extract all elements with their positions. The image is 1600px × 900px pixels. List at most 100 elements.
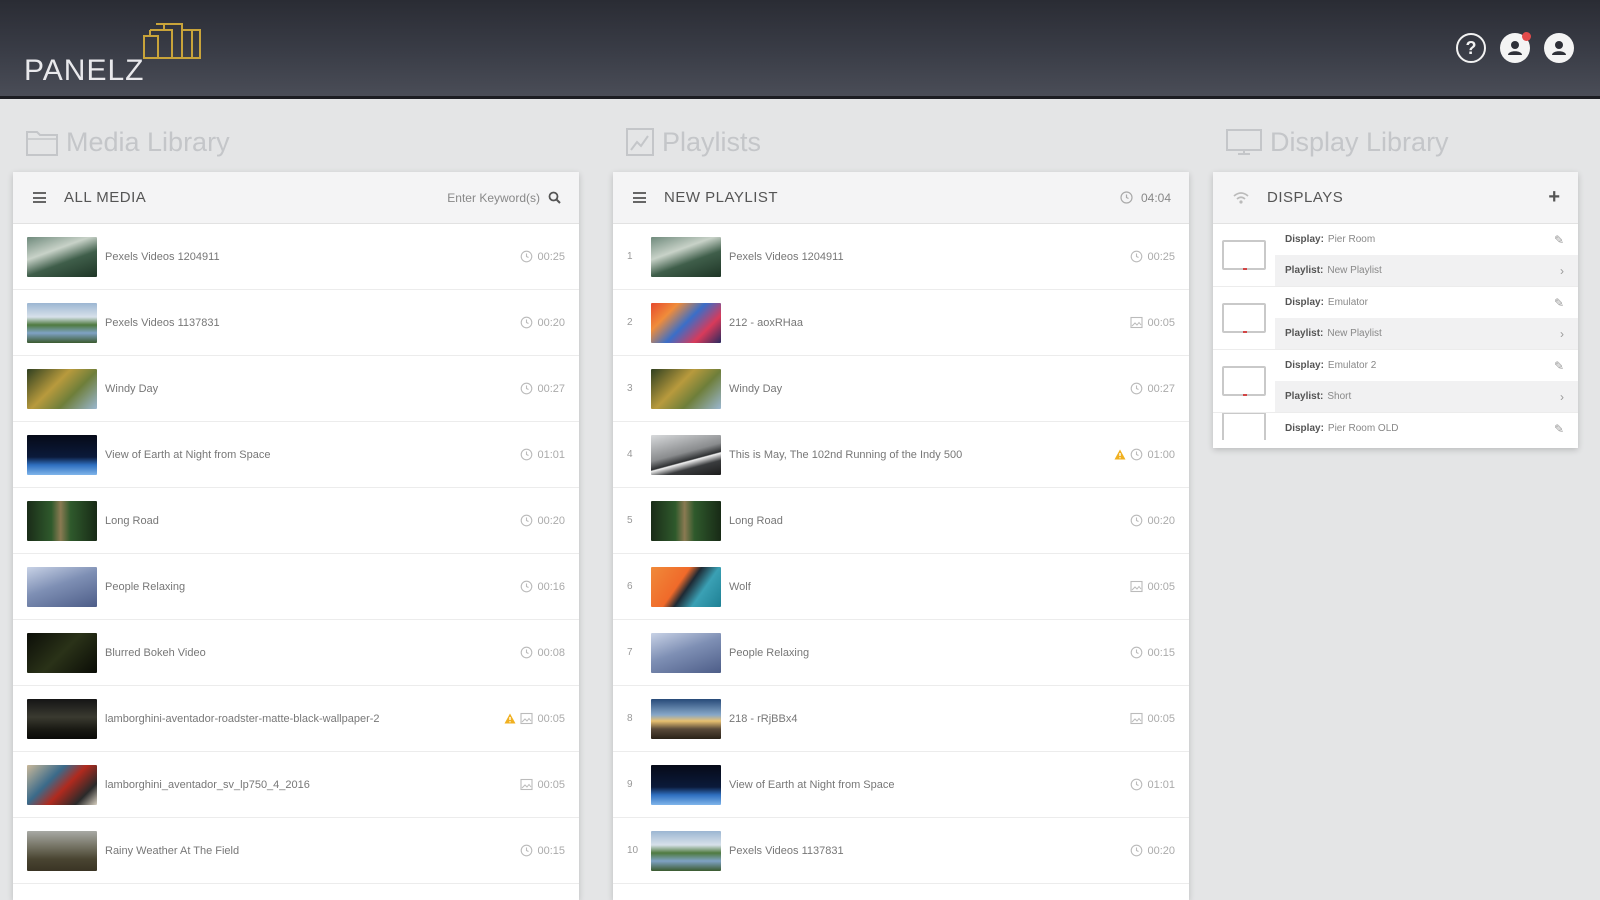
media-item[interactable]: Rainy Weather At The Field 00:15 [13, 818, 579, 884]
item-title: Windy Day [729, 382, 783, 395]
item-duration: 00:25 [1147, 250, 1175, 263]
display-label: Display: [1285, 297, 1324, 308]
media-item[interactable]: Windy Day 00:27 [13, 356, 579, 422]
item-title: Blurred Bokeh Video [105, 646, 206, 659]
display-name-row[interactable]: Display: Pier Room ✎ [1275, 224, 1578, 255]
playlist-label: Playlist: [1285, 265, 1324, 276]
playlist-item[interactable]: 2 212 - aoxRHaa 00:05 [613, 290, 1189, 356]
display-playlist-row[interactable]: Playlist: New Playlist › [1275, 255, 1578, 286]
item-title: View of Earth at Night from Space [105, 448, 271, 461]
media-thumbnail [27, 236, 97, 277]
chevron-right-icon[interactable]: › [1560, 327, 1564, 341]
media-thumbnail [27, 566, 97, 607]
monitor-icon [1222, 413, 1266, 440]
media-item[interactable]: Blurred Bokeh Video 00:08 [13, 620, 579, 686]
search-input[interactable] [436, 190, 540, 205]
playlist-item[interactable]: 8 218 - rRjBBx4 00:05 [613, 686, 1189, 752]
chevron-right-icon[interactable]: › [1560, 264, 1564, 278]
playlist-panel: NEW PLAYLIST 04:04 1 Pexels Videos 120491… [613, 172, 1189, 900]
display-preview [1213, 224, 1275, 286]
media-item[interactable]: lamborghini_aventador_sv_lp750_4_2016 00:… [13, 752, 579, 818]
item-title: Pexels Videos 1137831 [729, 844, 844, 857]
image-icon [520, 712, 534, 725]
item-title: lamborghini_aventador_sv_lp750_4_2016 [105, 778, 310, 791]
playlist-label: Playlist: [1285, 391, 1324, 402]
playlist-total-duration: 04:04 [1140, 190, 1171, 205]
item-index: 9 [627, 779, 633, 790]
display-item[interactable]: Display: Emulator 2 ✎ Playlist: Short › [1213, 350, 1578, 413]
display-name: Pier Room OLD [1327, 423, 1399, 434]
edit-icon[interactable]: ✎ [1554, 422, 1564, 436]
clock-icon [1131, 448, 1143, 461]
playlist-item[interactable]: 9 View of Earth at Night from Space 01:01 [613, 752, 1189, 818]
user-icon[interactable] [1544, 33, 1574, 63]
clock-icon [1131, 844, 1143, 857]
item-title: Wolf [729, 580, 751, 593]
hamburger-menu-icon[interactable] [633, 192, 646, 203]
hamburger-menu-icon[interactable] [33, 192, 46, 203]
item-duration: 00:05 [537, 778, 565, 791]
display-list: Display: Pier Room ✎ Playlist: New Playlist ›… [1213, 224, 1578, 440]
notifications-icon[interactable] [1500, 32, 1531, 63]
item-duration: 00:05 [537, 712, 565, 725]
display-item[interactable]: Display: Pier Room OLD ✎ [1213, 413, 1578, 440]
notification-dot [1522, 32, 1531, 41]
clock-icon [521, 646, 533, 659]
image-icon [1130, 316, 1144, 329]
display-name-row[interactable]: Display: Pier Room OLD ✎ [1275, 413, 1578, 440]
display-name-row[interactable]: Display: Emulator ✎ [1275, 287, 1578, 318]
playlist-item[interactable]: 3 Windy Day 00:27 [613, 356, 1189, 422]
help-icon[interactable]: ? [1456, 33, 1486, 63]
item-title: Pexels Videos 1204911 [729, 250, 844, 263]
playlist-item[interactable]: 1 Pexels Videos 1204911 00:25 [613, 224, 1189, 290]
chevron-right-icon[interactable]: › [1560, 390, 1564, 404]
edit-icon[interactable]: ✎ [1554, 296, 1564, 310]
display-item[interactable]: Display: Emulator ✎ Playlist: New Playlist › [1213, 287, 1578, 350]
media-thumbnail [651, 302, 721, 343]
display-name: Pier Room [1327, 234, 1376, 245]
media-item[interactable]: View of Earth at Night from Space 01:01 [13, 422, 579, 488]
media-thumbnail [651, 764, 721, 805]
item-duration: 00:05 [1147, 712, 1175, 725]
media-item[interactable]: Long Road 00:20 [13, 488, 579, 554]
media-item[interactable]: Pexels Videos 1204911 00:25 [13, 224, 579, 290]
edit-icon[interactable]: ✎ [1554, 233, 1564, 247]
playlist-item[interactable]: 6 Wolf 00:05 [613, 554, 1189, 620]
search-icon[interactable] [548, 191, 561, 204]
add-display-button[interactable]: + [1548, 186, 1560, 209]
item-duration: 00:20 [1147, 514, 1175, 527]
playlist-item[interactable]: 7 People Relaxing 00:15 [613, 620, 1189, 686]
panel-title: NEW PLAYLIST [664, 189, 779, 206]
folder-icon [26, 131, 58, 156]
monitor-icon [1226, 129, 1262, 155]
media-item[interactable]: People Relaxing 00:16 [13, 554, 579, 620]
clock-icon [521, 382, 533, 395]
display-name-row[interactable]: Display: Emulator 2 ✎ [1275, 350, 1578, 381]
playlist-item[interactable]: 10 Pexels Videos 1137831 00:20 [613, 818, 1189, 884]
item-title: This is May, The 102nd Running of the In… [729, 448, 963, 461]
item-title: People Relaxing [105, 580, 186, 593]
item-duration: 00:15 [537, 844, 565, 857]
display-item[interactable]: Display: Pier Room ✎ Playlist: New Playlist › [1213, 224, 1578, 287]
display-playlist: New Playlist [1327, 265, 1382, 276]
display-name: Emulator [1327, 297, 1368, 308]
display-playlist-row[interactable]: Playlist: New Playlist › [1275, 318, 1578, 349]
media-item[interactable]: Pexels Videos 1137831 00:20 [13, 290, 579, 356]
panelz-logo[interactable]: PANELZ [24, 20, 214, 90]
media-item[interactable]: lamborghini-aventador-roadster-matte-bla… [13, 686, 579, 752]
display-preview [1213, 350, 1275, 412]
display-preview [1213, 413, 1275, 440]
item-title: View of Earth at Night from Space [729, 778, 895, 791]
playlist-item[interactable]: 4 This is May, The 102nd Running of the I… [613, 422, 1189, 488]
display-playlist: Short [1327, 391, 1352, 402]
item-duration: 00:27 [1147, 382, 1175, 395]
item-title: Pexels Videos 1204911 [105, 250, 220, 263]
playlist-item[interactable]: 5 Long Road 00:20 [613, 488, 1189, 554]
item-duration: 00:05 [1147, 316, 1175, 329]
item-index: 7 [627, 647, 633, 658]
display-playlist-row[interactable]: Playlist: Short › [1275, 381, 1578, 412]
edit-icon[interactable]: ✎ [1554, 359, 1564, 373]
item-index: 10 [627, 845, 639, 856]
media-thumbnail [651, 500, 721, 541]
item-title: 218 - rRjBBx4 [729, 712, 798, 725]
